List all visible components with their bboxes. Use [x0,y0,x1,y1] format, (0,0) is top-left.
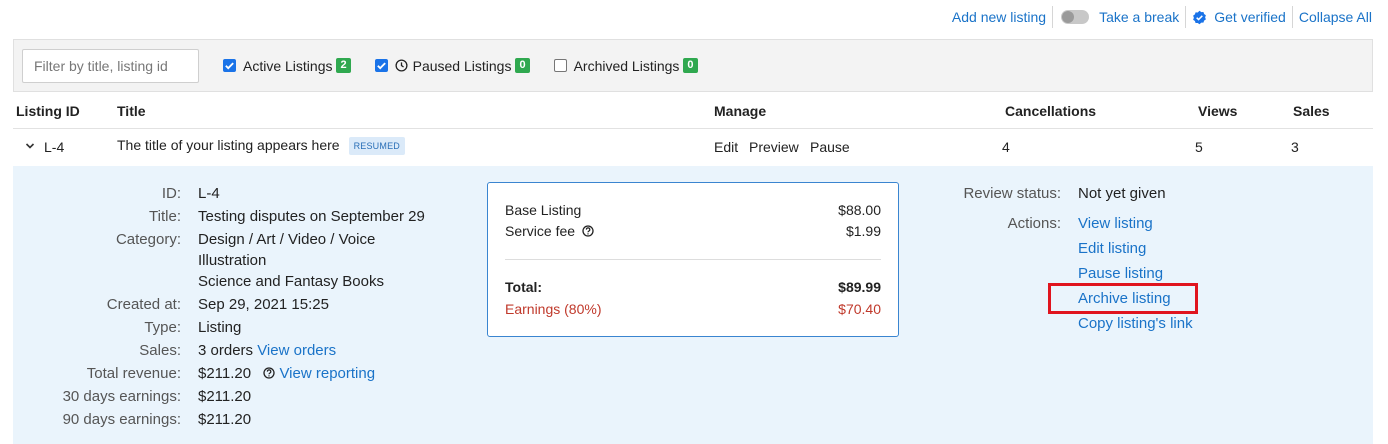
header-manage: Manage [714,103,767,119]
row-title-cell: The title of your listing appears here RE… [117,137,405,155]
row-listing-id: L-4 [44,139,65,155]
clock-icon [395,59,408,72]
row-sales: 3 [1291,139,1299,155]
service-fee-row: Service fee $1.99 [505,223,881,239]
take-a-break-toggle[interactable] [1061,10,1090,24]
detail-revenue-label: Total revenue: [86,365,181,382]
paused-listings-label: Paused Listings [412,57,512,74]
listing-filter-input[interactable] [22,48,199,83]
detail-created-value: Sep 29, 2021 15:25 [198,296,329,313]
pause-link[interactable]: Pause [810,139,850,155]
active-listings-count: 2 [336,58,351,73]
detail-title-value: Testing disputes on September 29 [198,208,425,225]
detail-title-label: Title: [149,208,181,225]
service-fee-cell: Service fee [505,223,594,239]
detail-category-label: Category: [115,231,181,248]
add-new-listing-link[interactable]: Add new listing [952,9,1046,25]
detail-id-label: ID: [161,185,181,202]
detail-90d-label: 90 days earnings: [62,411,181,428]
detail-type-value: Listing [198,319,242,336]
detail-type-label: Type: [144,319,181,336]
get-verified-link[interactable]: Get verified [1214,9,1286,25]
detail-revenue-value: $211.20 [198,365,252,382]
row-cancellations: 4 [1002,139,1010,155]
header-listing-id: Listing ID [16,103,80,119]
top-toolbar: Add new listing Take a break Get verifie… [952,0,1372,34]
check-icon [376,62,386,70]
active-listings-filter[interactable]: Active Listings 2 [223,58,351,74]
detail-category-line1: Design / Art / Video / Voice [198,231,376,248]
service-fee-value: $1.99 [845,223,881,239]
take-a-break-link[interactable]: Take a break [1099,9,1179,25]
total-value: $89.99 [838,279,881,295]
view-orders-link[interactable]: View orders [257,342,336,359]
detail-created-label: Created at: [106,296,181,313]
row-views: 5 [1195,139,1203,155]
earnings-value: $70.40 [838,301,881,317]
edit-listing-link[interactable]: Edit listing [1078,240,1146,257]
divider [1052,6,1054,28]
archived-listings-filter[interactable]: Archived Listings 0 [553,57,698,74]
price-divider [505,259,881,260]
detail-id-value: L-4 [198,185,220,202]
header-sales: Sales [1293,103,1330,119]
edit-link[interactable]: Edit [714,139,738,155]
header-title: Title [117,103,146,119]
status-badge: RESUMED [348,137,405,155]
archived-listings-count: 0 [683,58,698,73]
base-listing-label: Base Listing [505,202,582,218]
row-title: The title of your listing appears here [117,137,340,153]
detail-30d-value: $211.20 [198,388,252,405]
archived-listings-label: Archived Listings [573,57,680,74]
view-listing-link[interactable]: View listing [1078,215,1153,232]
help-icon[interactable] [582,225,594,237]
detail-sales-label: Sales: [139,342,181,359]
detail-revenue-cell: $211.20 View reporting [198,365,375,382]
detail-sales-value: 3 orders [198,342,254,359]
detail-sales-cell: 3 orders View orders [198,342,336,359]
active-listings-checkbox[interactable] [223,59,236,72]
copy-listing-link[interactable]: Copy listing's link [1078,315,1193,332]
actions-label: Actions: [1007,215,1061,232]
detail-30d-label: 30 days earnings: [62,388,181,405]
detail-category-line2: Illustration [198,252,267,269]
archived-listings-checkbox[interactable] [553,59,567,72]
verified-badge-icon [1193,10,1207,24]
paused-listings-checkbox[interactable] [374,59,388,72]
price-breakdown-card: Base Listing $88.00 Service fee $1.99 To… [487,182,899,337]
help-icon[interactable] [263,367,275,379]
total-row: Total: $89.99 [505,279,881,295]
base-listing-row: Base Listing $88.00 [505,202,881,218]
view-reporting-link[interactable]: View reporting [279,365,375,382]
chevron-down-icon[interactable] [25,141,35,151]
active-listings-label: Active Listings [243,57,333,74]
review-status-label: Review status: [963,185,1061,202]
check-icon [225,62,234,70]
header-divider [13,128,1373,129]
collapse-all-link[interactable]: Collapse All [1299,9,1372,25]
detail-category-line3: Science and Fantasy Books [198,273,384,290]
highlight-box [1048,283,1198,314]
filter-bar: Active Listings 2 Paused Listings 0 Arch… [13,39,1373,92]
total-label: Total: [505,279,543,295]
divider [1291,6,1293,28]
preview-link[interactable]: Preview [749,139,799,155]
detail-90d-value: $211.20 [198,411,252,428]
service-fee-label: Service fee [505,223,576,239]
paused-listings-count: 0 [515,58,530,73]
pause-listing-link[interactable]: Pause listing [1078,265,1163,282]
toggle-knob [1062,11,1075,23]
header-cancellations: Cancellations [1005,103,1097,119]
divider [1185,6,1187,28]
earnings-label: Earnings (80%) [505,301,602,317]
earnings-row: Earnings (80%) $70.40 [505,301,881,317]
paused-listings-filter[interactable]: Paused Listings 0 [374,57,530,74]
header-views: Views [1198,103,1238,119]
base-listing-value: $88.00 [838,202,881,218]
review-status-value: Not yet given [1078,185,1166,202]
